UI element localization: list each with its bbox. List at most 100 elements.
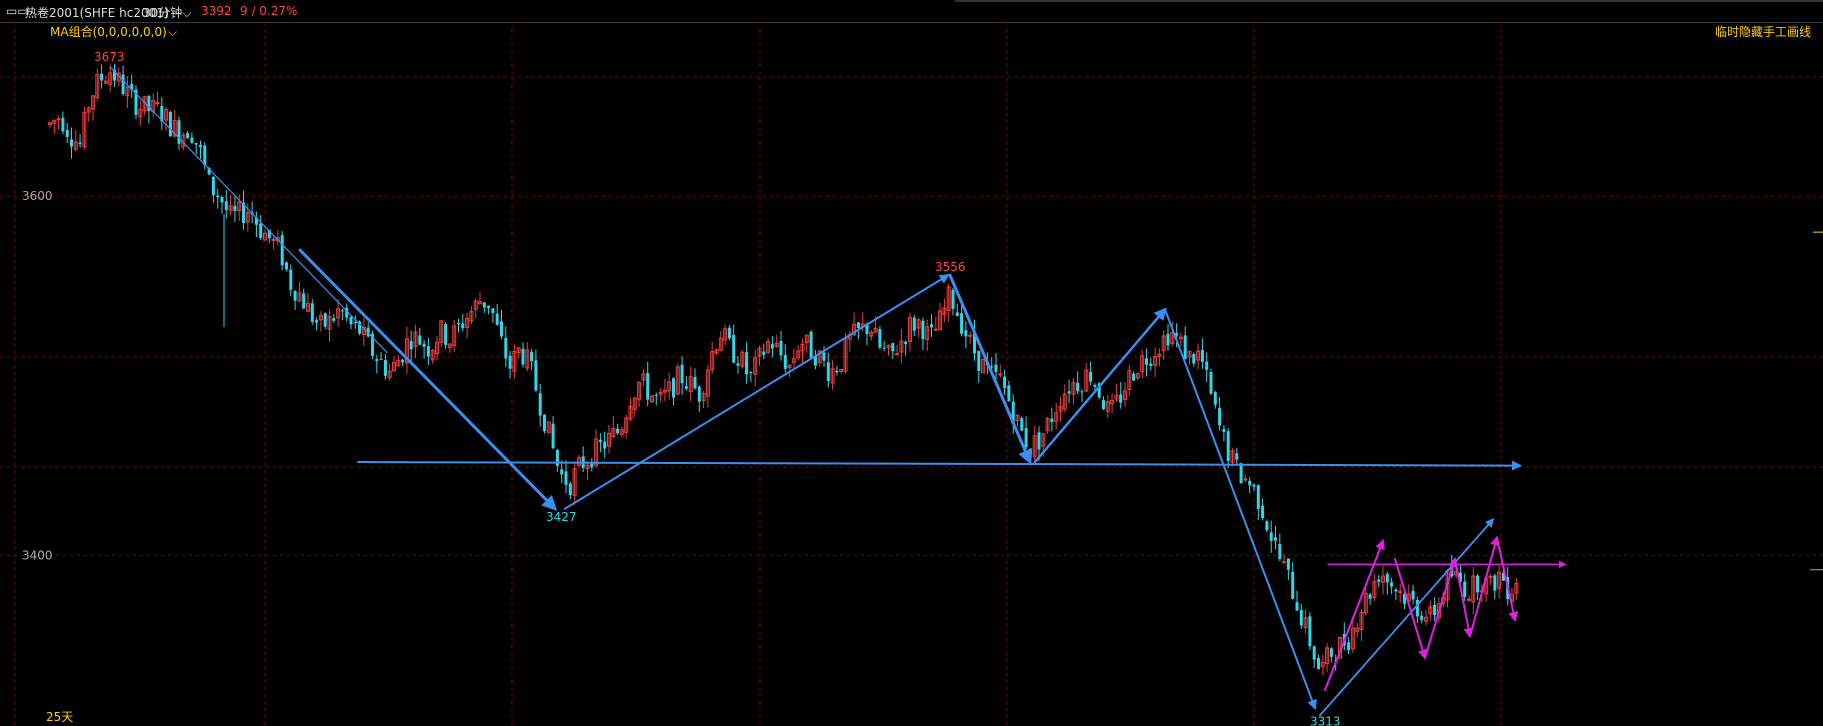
trend-line[interactable]: [1469, 535, 1500, 638]
chevron-down-icon[interactable]: ⌵: [168, 25, 177, 39]
candle-body-down: [882, 347, 886, 349]
trend-line[interactable]: [1394, 557, 1428, 660]
candle-body-down: [1411, 590, 1415, 600]
trend-line[interactable]: [109, 66, 388, 354]
candle-body-down: [1394, 589, 1398, 592]
candle-body-down: [1317, 658, 1320, 670]
candle-body-down: [856, 322, 860, 328]
candle-body-up: [1282, 561, 1287, 564]
candle-body-down: [349, 317, 353, 325]
candle-body-down: [1299, 610, 1303, 626]
candle-body-down: [955, 312, 959, 317]
candle-body-down: [1218, 407, 1222, 426]
candle-body-down: [1093, 384, 1097, 387]
candle-body-down: [977, 350, 981, 372]
candle-body-down: [1020, 417, 1024, 431]
candle-body-down: [1308, 616, 1312, 647]
candle-body-down: [495, 313, 499, 325]
candle-body-down: [1213, 392, 1217, 405]
candle-body-down: [70, 139, 73, 147]
candle-body-down: [646, 373, 650, 400]
candle-body-down: [461, 323, 465, 329]
candle-body-down: [1252, 484, 1256, 487]
candle-body-down: [1493, 575, 1497, 591]
candle-body-down: [383, 360, 387, 376]
trend-line[interactable]: [357, 460, 1522, 471]
price-labels: 3673 3427 3556 3313: [94, 50, 1341, 726]
candle-body-down: [302, 293, 306, 309]
trend-line[interactable]: [1496, 536, 1519, 622]
candle-body-down: [1463, 581, 1467, 597]
candle-body-down: [375, 359, 379, 362]
hide-drawings-button[interactable]: 临时隐藏手工画线: [1715, 25, 1811, 39]
candle-body-down: [177, 120, 181, 144]
candle-body-down: [1265, 521, 1269, 531]
candle-body-down: [1239, 463, 1243, 484]
trend-line[interactable]: [1454, 557, 1474, 639]
candle-body-down: [1145, 358, 1148, 365]
candle-body-down: [1278, 544, 1282, 559]
candle-body-down: [1420, 615, 1424, 621]
candle-body-down: [491, 308, 495, 314]
candle-body-up: [998, 373, 1003, 376]
candle-body-down: [736, 363, 740, 366]
candle-body-down: [560, 469, 564, 475]
candle-body-down: [1222, 428, 1226, 432]
candle-body-down: [418, 335, 422, 345]
candle-body-down: [1295, 602, 1299, 611]
candle-body-down: [504, 337, 508, 359]
candle-body-down: [259, 223, 263, 238]
candle-body-down: [426, 346, 430, 357]
indicator-label[interactable]: MA组合(0,0,0,0,0,0): [50, 24, 167, 39]
candle-body-down: [1007, 385, 1011, 402]
candle-body-down: [1269, 532, 1273, 541]
candle-body-down: [1132, 373, 1136, 381]
candle-body-up: [895, 353, 900, 356]
trend-line[interactable]: [1164, 308, 1317, 710]
candle-body-up: [56, 118, 61, 121]
candle-body-down: [693, 376, 697, 389]
candle-body-down: [457, 323, 460, 325]
candle-body-down: [994, 364, 998, 372]
candle-body-down: [65, 130, 69, 137]
candle-body-down: [568, 483, 572, 496]
candle-body-down: [809, 331, 813, 358]
top-divider: [955, 0, 1823, 2]
candle-body-down: [508, 355, 512, 369]
candle-body-down: [1248, 480, 1252, 486]
candle-body-down: [904, 341, 908, 345]
candle-body-down: [186, 133, 190, 139]
candle-body-down: [1037, 432, 1041, 450]
candle-body-down: [409, 341, 413, 350]
candle-body-down: [1089, 371, 1093, 382]
candle-body-down: [78, 142, 82, 145]
candle-body-down: [1274, 537, 1277, 541]
trend-line[interactable]: [298, 248, 558, 511]
candle-body-down: [951, 289, 955, 309]
last-price: 3392: [201, 4, 232, 18]
top-toolbar: ▭▭ 热卷2001(SHFE hc2001) 30分钟⌵ 3392 9 / 0.…: [0, 0, 1823, 23]
candle-body-down: [1312, 646, 1316, 660]
candle-body-down: [1385, 573, 1389, 583]
candles: [48, 64, 1519, 676]
candle-body-down: [353, 322, 357, 324]
trend-line[interactable]: [1033, 307, 1167, 464]
trend-line[interactable]: [1324, 539, 1385, 692]
candle-body-down: [487, 305, 491, 308]
candle-body-down: [1433, 604, 1437, 615]
candle-body-down: [822, 352, 826, 361]
candle-body-down: [1256, 485, 1260, 509]
trend-lines[interactable]: [109, 66, 1567, 717]
trend-line[interactable]: [564, 274, 950, 510]
candle-body-up: [1243, 478, 1248, 481]
period-selector[interactable]: 30分钟⌵: [143, 4, 191, 21]
candlestick-chart[interactable]: 3400 3600 3673 3427 3556 3313 MA组合(0,0,0,0,0…: [0, 22, 1823, 726]
trend-line[interactable]: [948, 273, 1033, 465]
candle-body-down: [1183, 335, 1187, 360]
candle-body-up: [1488, 575, 1493, 578]
trend-line[interactable]: [1424, 557, 1458, 659]
candle-body-down: [960, 313, 964, 334]
candle-body-down: [1368, 594, 1372, 599]
candle-body-up: [1467, 598, 1471, 601]
candle-body-down: [543, 414, 546, 432]
